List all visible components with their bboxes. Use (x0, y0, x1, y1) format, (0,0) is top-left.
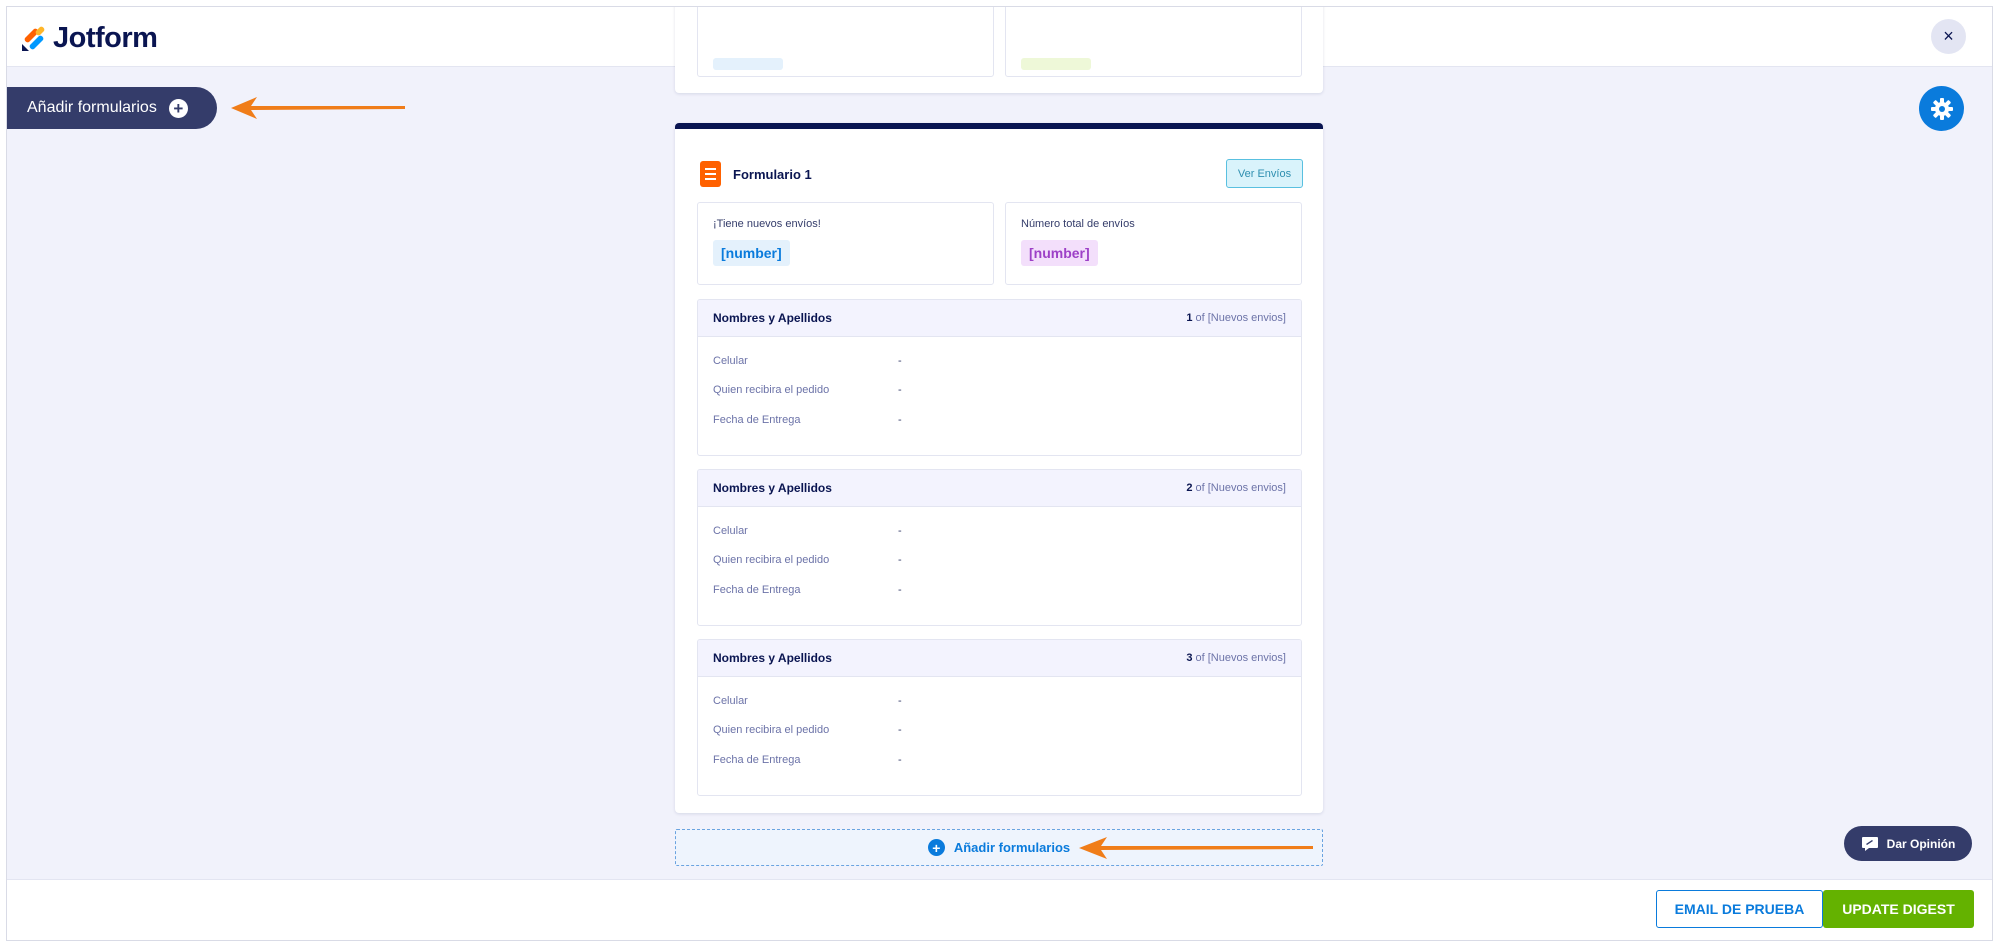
entry-title: Nombres y Apellidos (713, 311, 832, 325)
total-submissions-label: Número total de envíos (1021, 218, 1135, 230)
entry-count: 2 of [Nuevos envios] (1186, 482, 1286, 494)
form-heading: Formulario 1 (700, 161, 812, 187)
submission-entry: Nombres y Apellidos 3 of [Nuevos envios]… (697, 639, 1302, 796)
entry-field: Fecha de Entrega - (698, 575, 1301, 605)
entry-of-text: of [Nuevos envios] (1192, 312, 1286, 324)
new-submissions-box: ¡Tiene nuevos envíos! [number] (697, 202, 994, 285)
form-name: Formulario 1 (733, 166, 812, 182)
entry-count: 1 of [Nuevos envios] (1186, 312, 1286, 324)
field-label: Celular (713, 524, 748, 537)
entry-count: 3 of [Nuevos envios] (1186, 652, 1286, 664)
annotation-arrow-icon (231, 97, 405, 119)
previous-stat-box (1005, 7, 1302, 77)
field-label: Celular (713, 354, 748, 367)
add-forms-bottom-label: Añadir formularios (953, 840, 1071, 855)
total-submissions-box: Número total de envíos [number] (1005, 202, 1302, 285)
entry-of-text: of [Nuevos envios] (1192, 652, 1286, 664)
entry-header: Nombres y Apellidos 2 of [Nuevos envios] (698, 470, 1301, 507)
update-digest-button[interactable]: UPDATE DIGEST (1823, 890, 1974, 928)
new-submissions-label: ¡Tiene nuevos envíos! (713, 218, 821, 230)
previous-stat-value (713, 58, 783, 70)
entry-field: Fecha de Entrega - (698, 405, 1301, 435)
feedback-label: Dar Opinión (1886, 836, 1956, 851)
previous-form-card (675, 7, 1323, 93)
field-value: - (898, 753, 902, 766)
field-value: - (898, 354, 902, 367)
field-label: Celular (713, 694, 748, 707)
entry-field: Celular - (698, 686, 1301, 716)
close-button[interactable]: × (1931, 19, 1966, 54)
form-document-icon (700, 161, 721, 187)
submission-entry: Nombres y Apellidos 1 of [Nuevos envios]… (697, 299, 1302, 456)
field-label: Fecha de Entrega (713, 413, 801, 426)
new-submissions-value: [number] (713, 240, 790, 266)
digest-editor-window: Jotform Nuevo Resumen Personalice el dis… (6, 6, 1993, 941)
field-value: - (898, 524, 902, 537)
field-value: - (898, 413, 902, 426)
entry-header: Nombres y Apellidos 3 of [Nuevos envios] (698, 640, 1301, 677)
feedback-icon (1861, 836, 1878, 851)
entry-field: Quien recibira el pedido - (698, 376, 1301, 406)
feedback-button[interactable]: Dar Opinión (1844, 826, 1972, 861)
entry-field: Quien recibira el pedido - (698, 716, 1301, 746)
entry-field: Fecha de Entrega - (698, 745, 1301, 775)
plus-circle-icon: + (168, 98, 188, 118)
entry-field: Celular - (698, 346, 1301, 376)
close-icon: × (1943, 26, 1954, 46)
entry-title: Nombres y Apellidos (713, 651, 832, 665)
entry-field: Celular - (698, 516, 1301, 546)
field-value: - (898, 724, 902, 737)
field-label: Fecha de Entrega (713, 753, 801, 766)
footer-bar: EMAIL DE PRUEBA UPDATE DIGEST (7, 879, 1992, 940)
field-value: - (898, 583, 902, 596)
view-submissions-button[interactable]: Ver Envíos (1226, 159, 1303, 188)
gear-icon (1930, 97, 1953, 120)
field-label: Quien recibira el pedido (713, 384, 830, 397)
field-value: - (898, 694, 902, 707)
field-label: Quien recibira el pedido (713, 724, 830, 737)
entry-field: Quien recibira el pedido - (698, 546, 1301, 576)
entry-of-text: of [Nuevos envios] (1192, 482, 1286, 494)
settings-button[interactable] (1919, 86, 1964, 131)
submission-entry: Nombres y Apellidos 2 of [Nuevos envios]… (697, 469, 1302, 626)
total-submissions-value: [number] (1021, 240, 1098, 266)
entry-title: Nombres y Apellidos (713, 481, 832, 495)
field-label: Fecha de Entrega (713, 583, 801, 596)
test-email-button[interactable]: EMAIL DE PRUEBA (1656, 890, 1823, 928)
previous-stat-value (1021, 58, 1091, 70)
form-card: Formulario 1 Ver Envíos ¡Tiene nuevos en… (675, 123, 1323, 813)
annotation-arrow-icon (1079, 837, 1313, 859)
field-value: - (898, 554, 902, 567)
add-forms-label: Añadir formularios (27, 99, 157, 116)
entry-header: Nombres y Apellidos 1 of [Nuevos envios] (698, 300, 1301, 337)
field-value: - (898, 384, 902, 397)
previous-stat-box (697, 7, 994, 77)
field-label: Quien recibira el pedido (713, 554, 830, 567)
add-forms-button[interactable]: Añadir formularios + (7, 87, 217, 129)
plus-circle-icon: + (927, 839, 945, 856)
